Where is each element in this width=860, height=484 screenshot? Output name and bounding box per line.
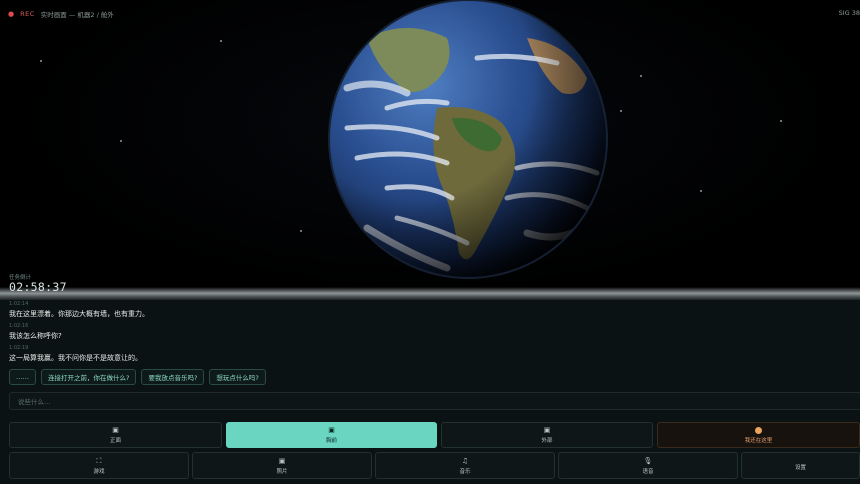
star	[120, 140, 122, 142]
camera-icon: ▣	[328, 426, 335, 434]
status-dot-icon	[755, 426, 762, 434]
record-dot-icon: ●	[8, 10, 15, 18]
message-time: 1:02:19	[9, 345, 29, 351]
camera-icon: ▣	[112, 426, 119, 434]
rec-label: REC	[20, 10, 35, 18]
message-time: 1:02:14	[9, 301, 29, 307]
photo-icon: ▣	[278, 456, 286, 465]
message-text: 我该怎么称呼你?	[9, 332, 62, 340]
view-external-button[interactable]: ▣ 外部	[441, 422, 653, 448]
button-label: 音乐	[459, 468, 471, 475]
star	[40, 60, 42, 62]
message-time: 1:02:16	[9, 323, 29, 329]
music-button[interactable]: ♫ 音乐	[375, 452, 555, 479]
quick-reply-chip[interactable]: ……	[9, 369, 36, 385]
countdown-timer: 02:58:37	[9, 280, 67, 294]
quick-reply-chip[interactable]: 想玩点什么吗?	[209, 369, 266, 385]
signal-readout: SIG 38	[838, 9, 860, 17]
microphone-icon: 🎙	[643, 456, 653, 465]
games-button[interactable]: ⛶ 游戏	[9, 452, 189, 479]
star	[780, 120, 782, 122]
button-label: 我还在这里	[744, 437, 773, 444]
status-bar: ● REC 实时画面 — 机器2 / 舱外	[8, 9, 114, 19]
button-label: 正面	[109, 438, 121, 444]
star	[700, 190, 702, 192]
settings-button[interactable]: 设置	[741, 452, 860, 479]
button-label: 胸前	[325, 438, 337, 444]
star	[620, 110, 622, 112]
quick-replies: …… 连接打开之前，你在做什么? 要我放点音乐吗? 想玩点什么吗?	[9, 369, 266, 385]
view-front-button[interactable]: ▣ 正面	[9, 422, 222, 448]
view-chest-button[interactable]: ▣ 胸前	[226, 422, 437, 448]
button-label: 语音	[642, 468, 654, 475]
star	[220, 40, 222, 42]
button-label: 设置	[794, 464, 806, 471]
quick-reply-chip[interactable]: 要我放点音乐吗?	[141, 369, 205, 385]
chat-message: 1:02:19 这一局算我赢。我不问你是不是故意让的。	[9, 345, 142, 363]
camera-feed	[0, 0, 860, 300]
chat-message: 1:02:14 我在这里漂着。你那边大概有墙，也有重力。	[9, 301, 149, 319]
button-label: 照片	[276, 468, 288, 475]
button-label: 外部	[541, 438, 553, 444]
photos-button[interactable]: ▣ 照片	[192, 452, 372, 479]
quick-reply-chip[interactable]: 连接打开之前，你在做什么?	[41, 369, 137, 385]
earth-image	[328, 0, 608, 279]
still-here-button[interactable]: 我还在这里	[657, 422, 860, 448]
message-text: 我在这里漂着。你那边大概有墙，也有重力。	[9, 310, 149, 318]
camera-icon: ▣	[543, 426, 551, 434]
feed-title: 实时画面 — 机器2 / 舱外	[40, 11, 114, 19]
star	[640, 75, 642, 77]
chat-message: 1:02:16 我该怎么称呼你?	[9, 323, 62, 341]
message-text: 这一局算我赢。我不问你是不是故意让的。	[9, 354, 142, 362]
voice-button[interactable]: 🎙 语音	[558, 452, 738, 479]
music-note-icon: ♫	[461, 456, 469, 465]
button-label: 游戏	[93, 468, 105, 475]
horizon-edge	[0, 287, 860, 301]
message-input[interactable]: 说些什么…	[9, 392, 860, 410]
gamepad-icon: ⛶	[96, 456, 102, 465]
star	[300, 230, 302, 232]
